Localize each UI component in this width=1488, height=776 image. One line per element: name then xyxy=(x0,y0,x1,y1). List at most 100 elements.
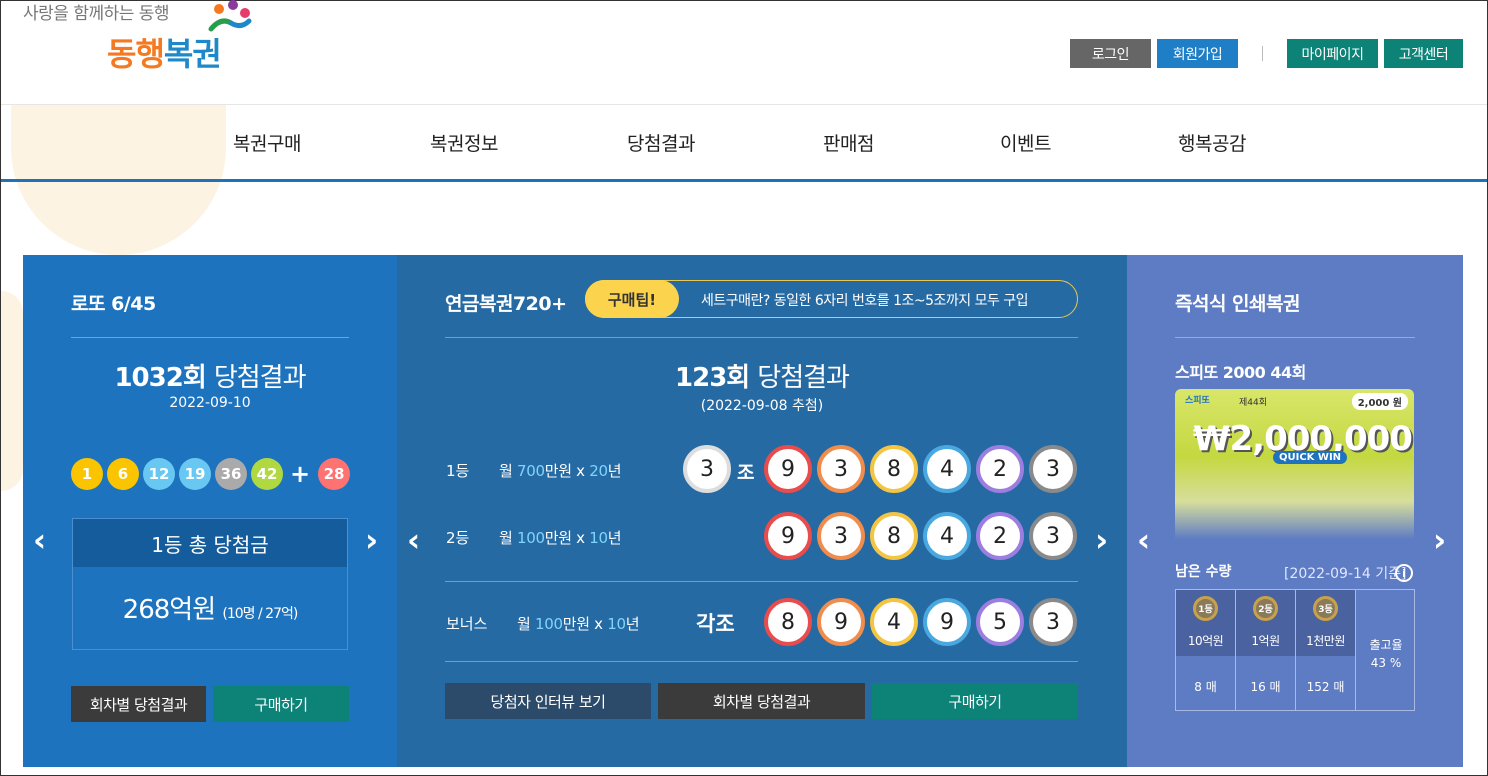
bonus-label: 보너스 xyxy=(446,615,488,633)
tier-label: 1천만원 xyxy=(1306,634,1345,648)
prize-amount-row: 268억원 (10명 / 27억) xyxy=(73,589,347,626)
join-button[interactable]: 회원가입 xyxy=(1157,39,1238,68)
lotto-ball: 36 xyxy=(215,458,247,490)
instant-product[interactable]: 스피또 2000 44회 xyxy=(1175,359,1306,383)
login-button[interactable]: 로그인 xyxy=(1070,39,1151,68)
rank1-digit: 2 xyxy=(976,445,1024,493)
nav-item-stores[interactable]: 판매점 xyxy=(823,129,874,156)
rank2-digit: 3 xyxy=(817,512,865,560)
tier-column: 1등 10억원 8 매 xyxy=(1176,590,1236,710)
rank2-digit: 8 xyxy=(870,512,918,560)
mypage-button[interactable]: 마이페이지 xyxy=(1287,39,1378,68)
instant-panel: 즉석식 인쇄복권 스피또 2000 44회 스피또 제44회 2,000 원 ₩… xyxy=(1127,255,1463,767)
bonus-digit: 5 xyxy=(976,598,1024,646)
lotto-prev-icon[interactable]: ‹ xyxy=(33,521,46,559)
lotto-ball: 42 xyxy=(251,458,283,490)
rank1-label: 1등 xyxy=(446,462,470,480)
pension-divider-mid xyxy=(445,581,1078,582)
tip-tag: 구매팁! xyxy=(585,280,679,318)
lotto-round-suffix: 당첨결과 xyxy=(213,363,307,393)
logo-slogan: 사랑을 함께하는 동행 xyxy=(23,4,170,24)
tier-column: 3등 1천만원 152 매 xyxy=(1296,590,1356,710)
lotto-ball: 12 xyxy=(143,458,175,490)
pension-round-suffix: 당첨결과 xyxy=(757,363,850,393)
lotto-panel: 로또 6/45 1032회 당첨결과 2022-09-10 1 6 12 19 … xyxy=(23,255,397,767)
nav-item-results[interactable]: 당첨결과 xyxy=(627,129,695,156)
rank2-label: 2등 xyxy=(446,529,470,547)
lotto-round-title: 1032회 당첨결과 xyxy=(23,357,397,394)
pension-round-title: 123회 당첨결과 xyxy=(397,357,1127,394)
lotto-ball: 1 xyxy=(71,458,103,490)
rank1-digit: 4 xyxy=(923,445,971,493)
logo-brand-part1: 동행 xyxy=(107,35,165,73)
rank1-monthly: 월 700만원 x 20년 xyxy=(499,462,622,480)
medal-icon: 2등 xyxy=(1253,596,1278,621)
pension-divider-top xyxy=(445,337,1078,338)
nav-item-info[interactable]: 복권정보 xyxy=(430,129,498,156)
pension-history-button[interactable]: 회차별 당첨결과 xyxy=(658,683,865,719)
medal-icon: 3등 xyxy=(1313,596,1338,621)
nav-item-happiness[interactable]: 행복공감 xyxy=(1178,129,1246,156)
bonus-digit: 4 xyxy=(870,598,918,646)
rank2-digit: 3 xyxy=(1029,512,1077,560)
lotto-next-icon[interactable]: › xyxy=(365,521,378,559)
site-logo[interactable]: 사랑을 함께하는 동행 동행복권 xyxy=(21,0,261,85)
rank1-digit: 8 xyxy=(870,445,918,493)
ticket-brand: 스피또 xyxy=(1185,396,1210,406)
bonus-group-label: 각조 xyxy=(696,612,735,636)
ticket-round: 제44회 xyxy=(1239,398,1268,408)
rank1-group-ball: 3 xyxy=(683,445,731,493)
util-divider xyxy=(1262,46,1263,61)
ticket-image[interactable]: 스피또 제44회 2,000 원 ₩2,000,000,000 QUICK WI… xyxy=(1175,389,1414,539)
background-decoration-side xyxy=(1,291,23,491)
pension-buy-button[interactable]: 구매하기 xyxy=(872,683,1078,719)
tip-text: 세트구매란? 동일한 6자리 번호를 1조~5조까지 모두 구입 xyxy=(701,293,1029,309)
remain-table: 1등 10억원 8 매 2등 1억원 16 매 3등 1천만원 152 매 출고… xyxy=(1175,589,1415,711)
release-rate: 출고율 43 % xyxy=(1357,636,1415,672)
instant-title[interactable]: 즉석식 인쇄복권 xyxy=(1175,289,1300,316)
main-nav: 복권구매 복권정보 당첨결과 판매점 이벤트 행복공감 xyxy=(1,105,1487,182)
tier-count: 8 매 xyxy=(1194,680,1217,694)
medal-icon: 1등 xyxy=(1193,596,1218,621)
prize-label: 1등 총 당첨금 xyxy=(73,519,347,567)
info-icon[interactable]: i xyxy=(1395,564,1413,582)
purchase-tip: 구매팁! 세트구매란? 동일한 6자리 번호를 1조~5조까지 모두 구입 xyxy=(585,280,1078,318)
remain-label: 남은 수량 xyxy=(1175,564,1232,580)
instant-divider xyxy=(1175,337,1415,338)
lotto-prize-box: 1등 총 당첨금 268억원 (10명 / 27억) xyxy=(72,518,348,650)
interview-button[interactable]: 당첨자 인터뷰 보기 xyxy=(445,683,651,719)
tier-count: 152 매 xyxy=(1306,680,1345,694)
ticket-badge: QUICK WIN xyxy=(1273,451,1348,464)
instant-prev-icon[interactable]: ‹ xyxy=(1137,521,1150,559)
lotto-ball: 6 xyxy=(107,458,139,490)
pension-next-icon[interactable]: › xyxy=(1095,521,1108,559)
lotto-date: 2022-09-10 xyxy=(169,395,251,411)
rank2-monthly: 월 100만원 x 10년 xyxy=(499,529,622,547)
lotto-round: 1032회 xyxy=(114,363,206,393)
lotto-ball: 19 xyxy=(179,458,211,490)
tier-label: 1억원 xyxy=(1251,634,1280,648)
rank1-digit: 3 xyxy=(1029,445,1077,493)
tier-count: 16 매 xyxy=(1250,680,1281,694)
nav-item-buy[interactable]: 복권구매 xyxy=(233,129,301,156)
bonus-digit: 9 xyxy=(817,598,865,646)
lotto-buy-button[interactable]: 구매하기 xyxy=(213,686,349,722)
instant-next-icon[interactable]: › xyxy=(1433,521,1446,559)
pension-prev-icon[interactable]: ‹ xyxy=(407,521,420,559)
pension-title[interactable]: 연금복권720+ xyxy=(445,289,567,316)
prize-amount: 268억원 xyxy=(122,595,216,625)
tier-label: 10억원 xyxy=(1187,634,1224,648)
customer-center-button[interactable]: 고객센터 xyxy=(1384,39,1463,68)
nav-item-events[interactable]: 이벤트 xyxy=(1000,129,1051,156)
prize-detail: (10명 / 27억) xyxy=(222,606,298,622)
pension-date: (2022-09-08 추첨) xyxy=(700,398,824,414)
lotto-title[interactable]: 로또 6/45 xyxy=(71,289,156,316)
ticket-price: 2,000 원 xyxy=(1351,393,1408,410)
release-rate-label: 출고율 xyxy=(1369,638,1403,652)
lotto-bonus-ball: 28 xyxy=(318,458,350,490)
logo-brand-part2: 복권 xyxy=(163,35,222,73)
bonus-plus: + xyxy=(290,460,311,488)
pension-divider-bottom xyxy=(445,661,1078,662)
lotto-history-button[interactable]: 회차별 당첨결과 xyxy=(71,686,206,722)
bonus-digit: 9 xyxy=(923,598,971,646)
